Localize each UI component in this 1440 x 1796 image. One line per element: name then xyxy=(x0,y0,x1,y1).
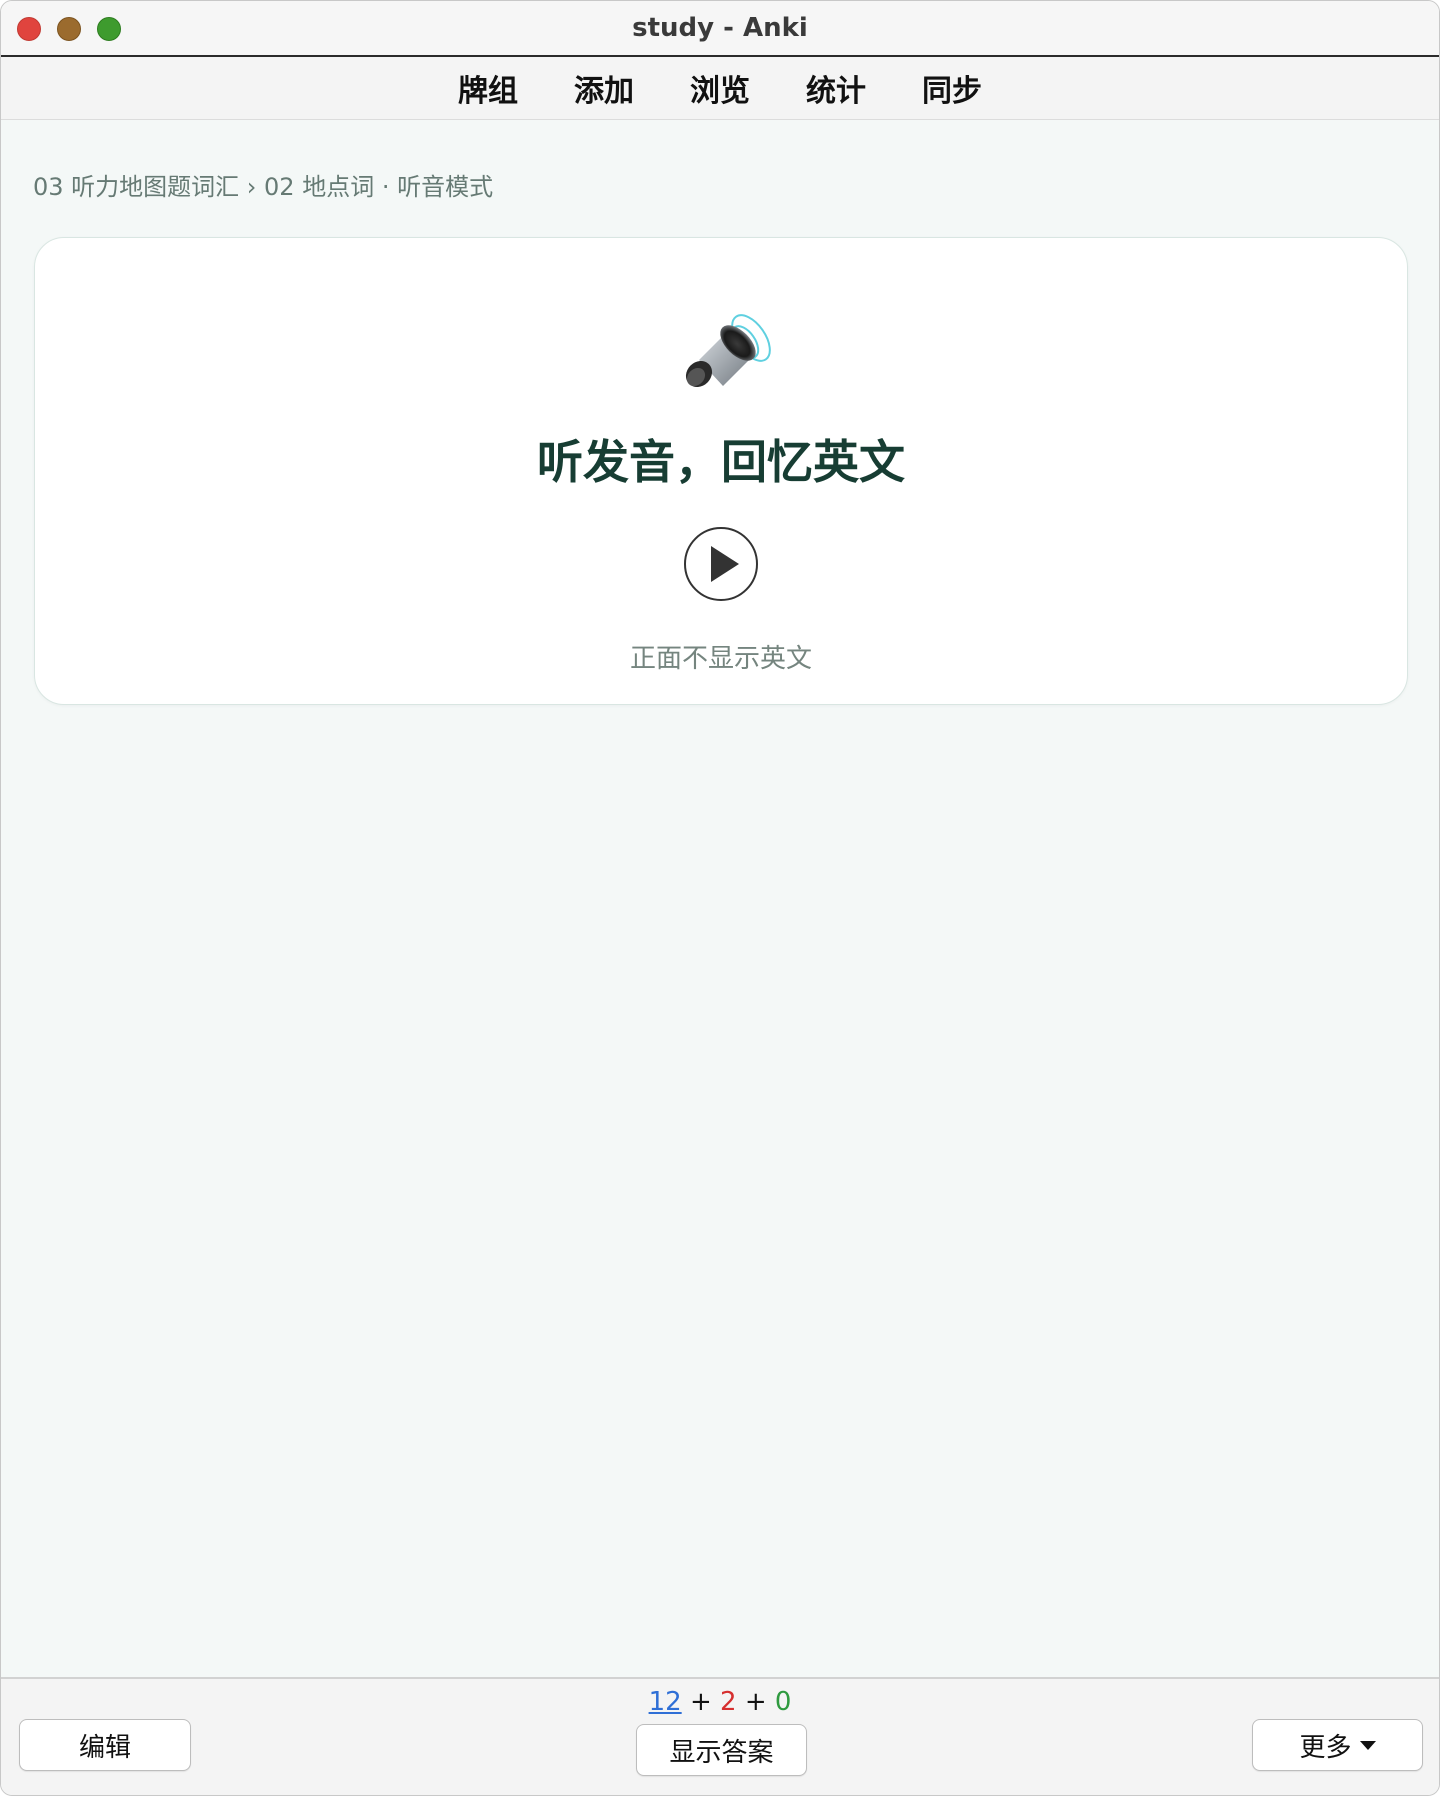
new-count[interactable]: 12 xyxy=(649,1687,682,1717)
tab-sync[interactable]: 同步 xyxy=(894,66,1010,110)
tab-stats[interactable]: 统计 xyxy=(778,66,894,110)
play-audio-button[interactable] xyxy=(683,526,759,602)
app-window: study - Anki 牌组 添加 浏览 统计 同步 03 听力地图题词汇 ›… xyxy=(0,0,1440,1796)
main-toolbar: 牌组 添加 浏览 统计 同步 xyxy=(1,57,1439,120)
title-bar: study - Anki xyxy=(1,1,1439,57)
edit-button[interactable]: 编辑 xyxy=(19,1719,191,1771)
tab-browse[interactable]: 浏览 xyxy=(662,66,778,110)
card-hint-text: 正面不显示英文 xyxy=(629,644,812,674)
review-count: 0 xyxy=(774,1687,792,1717)
speaker-icon xyxy=(685,314,771,388)
tab-decks[interactable]: 牌组 xyxy=(430,66,546,110)
window-title: study - Anki xyxy=(632,13,808,43)
count-separator: + xyxy=(689,1687,712,1717)
show-answer-button[interactable]: 显示答案 xyxy=(636,1724,807,1776)
learning-count: 2 xyxy=(720,1687,737,1717)
due-counts: 12 + 2 + 0 xyxy=(1,1687,1439,1717)
more-button[interactable]: 更多 xyxy=(1252,1719,1423,1771)
flashcard: 听发音，回忆英文 正面不显示英文 xyxy=(34,237,1408,705)
bottom-bar: 编辑 12 + 2 + 0 显示答案 更多 xyxy=(1,1677,1439,1795)
card-question-heading: 听发音，回忆英文 xyxy=(537,435,905,489)
tab-add[interactable]: 添加 xyxy=(546,66,662,110)
chevron-down-icon xyxy=(1359,1740,1376,1750)
breadcrumb: 03 听力地图题词汇 › 02 地点词 · 听音模式 xyxy=(33,173,494,201)
more-button-label: 更多 xyxy=(1299,1732,1352,1763)
count-separator: + xyxy=(744,1687,767,1717)
